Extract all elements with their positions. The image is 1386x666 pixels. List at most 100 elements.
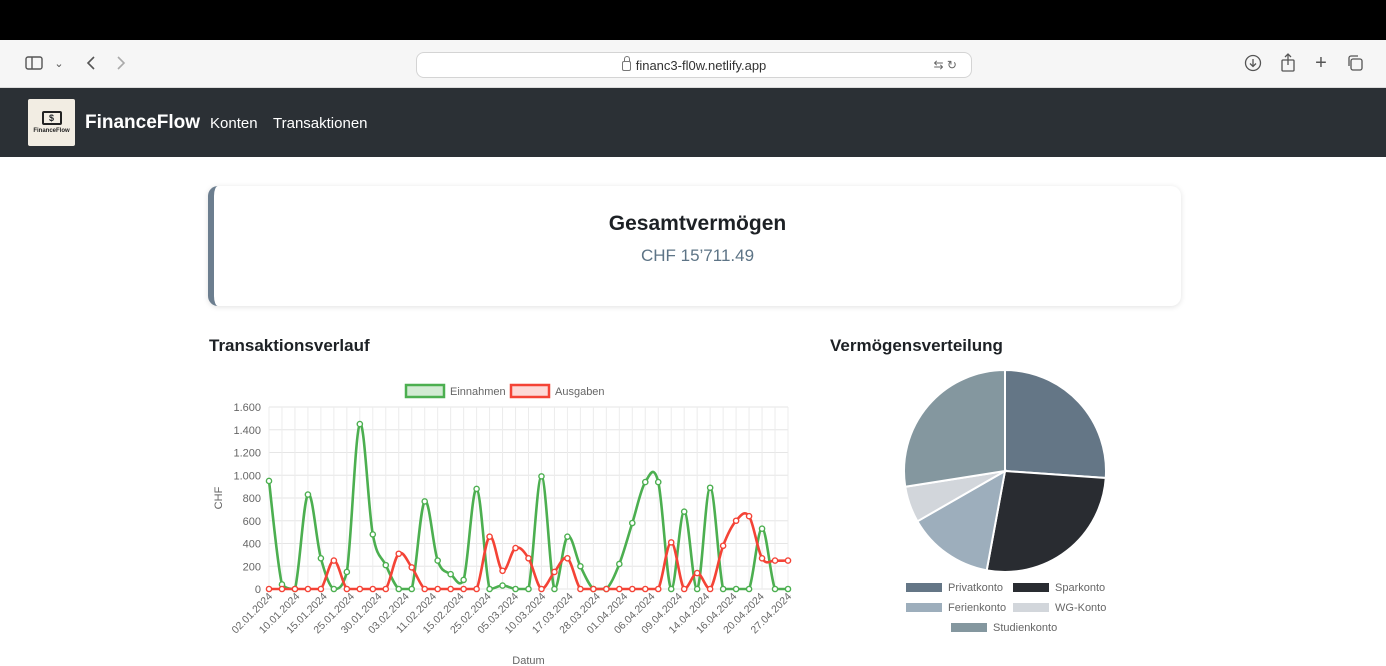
y-axis-title: CHF	[213, 486, 225, 509]
pie-legend-swatch	[1013, 603, 1049, 612]
back-icon[interactable]	[82, 52, 100, 74]
total-assets-value: CHF 15’711.49	[640, 246, 755, 265]
address-bar[interactable]: financ3-fl0w.netlify.app ⇆ ↻	[416, 52, 972, 78]
legend-label-ausgaben: Ausgaben	[555, 386, 605, 398]
pie-legend-swatch	[951, 623, 987, 632]
new-tab-icon[interactable]: +	[1311, 52, 1331, 74]
data-point-einnahmen	[525, 585, 532, 593]
data-point-ausgaben	[395, 550, 403, 558]
data-point-einnahmen	[654, 478, 662, 486]
share-icon[interactable]	[1278, 52, 1298, 74]
data-point-einnahmen	[641, 478, 649, 486]
y-tick-label: 1.400	[233, 425, 261, 437]
data-point-ausgaben	[693, 569, 701, 577]
translate-reload-icon[interactable]: ⇆ ↻	[934, 58, 957, 72]
pie-slice-sparkonto	[985, 469, 1107, 573]
data-point-ausgaben	[421, 585, 428, 593]
data-point-ausgaben	[551, 568, 558, 576]
data-point-einnahmen	[616, 560, 623, 568]
data-point-einnahmen	[719, 585, 727, 593]
total-assets-title: Gesamtvermögen	[608, 212, 787, 235]
data-point-ausgaben	[291, 585, 299, 593]
data-point-einnahmen	[577, 562, 584, 570]
data-point-einnahmen	[512, 585, 519, 593]
pie-legend-label: Studienkonto	[993, 622, 1057, 634]
data-point-ausgaben	[745, 512, 753, 520]
lock-icon	[621, 56, 631, 71]
data-point-einnahmen	[330, 585, 338, 593]
data-point-ausgaben	[706, 585, 714, 593]
data-point-einnahmen	[460, 576, 467, 584]
forward-icon[interactable]	[112, 52, 130, 74]
data-point-ausgaben	[641, 585, 649, 593]
data-point-einnahmen	[745, 585, 753, 593]
data-point-einnahmen	[784, 585, 792, 593]
pie-legend-label: Privatkonto	[948, 582, 1003, 594]
data-point-ausgaben	[343, 585, 351, 593]
data-point-ausgaben	[473, 585, 480, 593]
x-axis-title: Datum	[512, 655, 544, 666]
tabs-overview-icon[interactable]	[1345, 52, 1365, 74]
data-point-einnahmen	[356, 420, 364, 428]
y-tick-label: 400	[243, 539, 261, 551]
download-icon[interactable]	[1243, 52, 1263, 74]
data-point-einnahmen	[551, 585, 558, 593]
data-point-ausgaben	[784, 557, 792, 564]
data-point-ausgaben	[447, 585, 454, 593]
browser-toolbar: ⌄ financ3-fl0w.netlify.app ⇆ ↻ +	[0, 40, 1386, 88]
data-point-ausgaben	[317, 585, 325, 593]
legend-swatch-ausgaben	[509, 383, 551, 399]
app-navbar: $ FinanceFlow FinanceFlow Konten Transak…	[0, 88, 1386, 157]
y-tick-label: 200	[243, 561, 261, 573]
data-point-einnahmen	[421, 498, 428, 505]
y-tick-label: 1.200	[233, 448, 261, 460]
pie-legend-label: WG-Konto	[1055, 602, 1106, 614]
data-point-ausgaben	[654, 585, 662, 593]
data-point-ausgaben	[577, 585, 584, 593]
data-point-ausgaben	[667, 539, 675, 546]
pie-legend-label: Sparkonto	[1055, 582, 1105, 594]
pie-slice-privatkonto	[1004, 368, 1107, 480]
data-point-einnahmen	[304, 491, 312, 498]
data-point-einnahmen	[317, 554, 325, 562]
nav-link-transaktionen[interactable]: Transaktionen	[273, 115, 368, 132]
sidebar-toggle-icon[interactable]	[24, 52, 44, 74]
pie-legend-label: Ferienkonto	[948, 602, 1006, 614]
data-point-einnahmen	[343, 568, 351, 576]
data-point-einnahmen	[382, 561, 390, 569]
url-text: financ3-fl0w.netlify.app	[635, 57, 767, 73]
brand-name[interactable]: FinanceFlow	[85, 112, 200, 134]
data-point-einnahmen	[434, 557, 441, 564]
pie-chart-title: Vermögensverteilung	[830, 336, 1003, 355]
data-point-ausgaben	[590, 585, 597, 593]
data-point-ausgaben	[732, 517, 740, 525]
data-point-ausgaben	[758, 554, 766, 562]
data-point-ausgaben	[486, 533, 493, 540]
pie-slice-studienkonto	[903, 368, 1006, 488]
data-point-ausgaben	[369, 585, 377, 593]
y-tick-label: 0	[255, 584, 261, 596]
data-point-ausgaben	[408, 564, 416, 571]
data-point-ausgaben	[771, 557, 779, 564]
data-point-einnahmen	[486, 585, 493, 593]
data-point-ausgaben	[382, 585, 390, 593]
data-point-ausgaben	[538, 585, 545, 593]
data-point-ausgaben	[330, 557, 338, 564]
data-point-einnahmen	[732, 585, 740, 593]
data-point-einnahmen	[473, 485, 480, 493]
data-point-ausgaben	[356, 585, 364, 593]
data-point-einnahmen	[265, 477, 273, 485]
data-point-ausgaben	[525, 554, 532, 562]
logo-text: FinanceFlow	[33, 128, 70, 134]
data-point-einnahmen	[395, 585, 403, 593]
data-point-einnahmen	[369, 531, 377, 538]
chevron-down-icon[interactable]: ⌄	[52, 52, 66, 74]
data-point-ausgaben	[304, 585, 312, 593]
transaction-line-chart: 02004006008001.0001.2001.4001.60002.01.2…	[213, 383, 794, 666]
y-tick-label: 1.600	[233, 402, 261, 414]
data-point-ausgaben	[265, 585, 273, 593]
brand-logo[interactable]: $ FinanceFlow	[28, 99, 75, 146]
y-tick-label: 600	[243, 516, 261, 528]
nav-link-konten[interactable]: Konten	[210, 115, 258, 132]
data-point-ausgaben	[628, 585, 636, 593]
